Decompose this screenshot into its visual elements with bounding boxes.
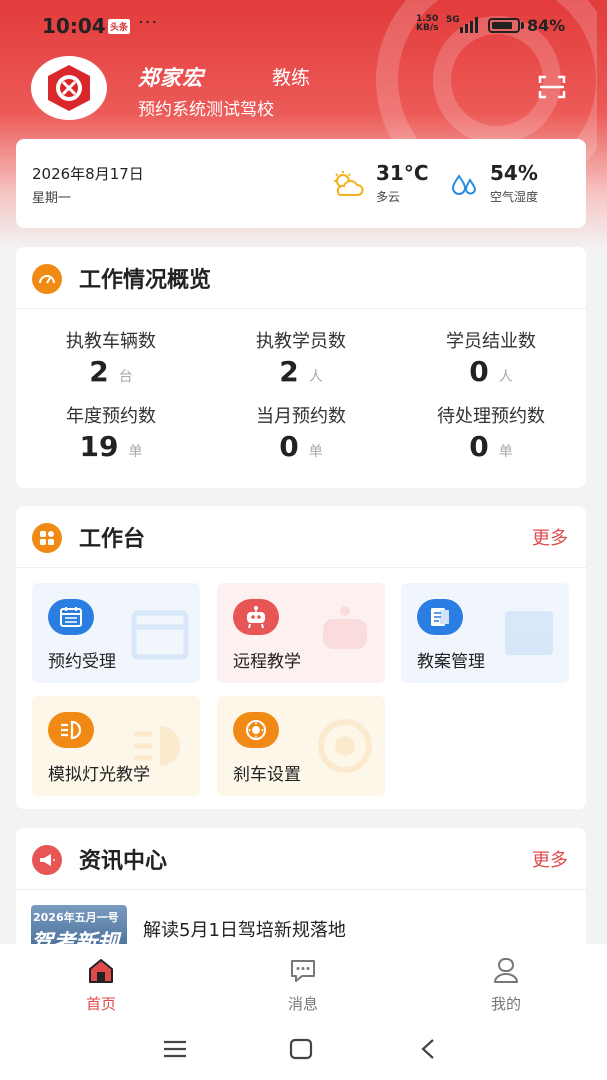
calendar-icon <box>48 599 94 635</box>
tile-light-simulation-teaching[interactable]: 模拟灯光教学 <box>32 696 200 796</box>
nav-messages[interactable]: 消息 <box>243 956 363 1014</box>
status-bar: 10:04 头条 ··· 1.50 KB/s 5G 84% <box>0 0 607 52</box>
back-icon[interactable] <box>413 1036 443 1062</box>
humidity-icon <box>451 174 477 195</box>
news-header: 资讯中心 更多 <box>16 828 586 890</box>
school-name: 预约系统测试驾校 <box>138 100 274 120</box>
nav-home[interactable]: 首页 <box>41 956 161 1014</box>
network-speed: 1.50 KB/s <box>416 14 439 33</box>
news-more-link[interactable]: 更多 <box>532 846 568 872</box>
tile-remote-teaching[interactable]: 远程教学 <box>217 583 385 683</box>
battery-icon <box>488 18 520 33</box>
scan-icon[interactable] <box>538 75 566 99</box>
weather-card: 2026年8月17日 星期一 31°C 多云 54% 空气湿度 <box>16 139 586 228</box>
current-weekday: 星期一 <box>32 191 72 206</box>
news-title: 资讯中心 <box>79 849 168 874</box>
stat-graduates: 学员结业数 0人 <box>446 331 536 388</box>
current-date: 2026年8月17日 <box>32 165 144 183</box>
headlight-icon <box>48 712 94 748</box>
temperature: 31°C <box>376 161 429 185</box>
workbench-header: 工作台 更多 <box>16 506 586 568</box>
megaphone-icon <box>32 845 62 875</box>
brake-disc-icon <box>233 712 279 748</box>
dashboard-icon <box>32 264 62 294</box>
workbench-title: 工作台 <box>79 527 146 552</box>
stat-yearly-bookings: 年度预约数 19 单 <box>66 406 156 463</box>
profile-icon <box>494 958 518 983</box>
stat-students: 执教学员数 2人 <box>256 331 346 388</box>
signal-icon <box>460 17 478 33</box>
grid-icon <box>32 523 62 553</box>
overview-title: 工作情况概览 <box>79 268 212 293</box>
notification-badge: 头条 <box>108 19 131 34</box>
menu-icon[interactable] <box>160 1036 190 1062</box>
tile-booking-acceptance[interactable]: 预约受理 <box>32 583 200 683</box>
stat-pending-bookings: 待处理预约数 0单 <box>437 406 545 463</box>
workbench-more-link[interactable]: 更多 <box>532 524 568 550</box>
school-logo-icon <box>48 65 90 111</box>
system-navigation-bar <box>0 1020 607 1080</box>
humidity-value: 54% <box>490 161 538 185</box>
workbench-card: 工作台 更多 预约受理 远程教学 教案管理 模拟灯光教学 刹车设置 <box>16 506 586 809</box>
partly-cloudy-icon <box>334 171 364 196</box>
network-type: 5G <box>446 15 460 25</box>
weather-condition: 多云 <box>376 190 401 204</box>
message-icon <box>291 960 315 982</box>
nav-profile[interactable]: 我的 <box>446 956 566 1014</box>
robot-icon <box>233 599 279 635</box>
tile-lesson-plan-management[interactable]: 教案管理 <box>401 583 569 683</box>
bottom-navigation: 首页 消息 我的 <box>0 944 607 1020</box>
battery-level: 84% <box>527 16 566 35</box>
home-icon <box>89 959 113 983</box>
news-item-title[interactable]: 解读5月1日驾培新规落地 <box>143 916 346 942</box>
school-logo <box>31 56 107 120</box>
lesson-plan-icon <box>417 599 463 635</box>
humidity-label: 空气湿度 <box>490 190 539 204</box>
home-button-icon[interactable] <box>286 1036 316 1062</box>
status-time: 10:04 <box>42 14 106 38</box>
work-overview-card: 工作情况概览 执教车辆数 2台 执教学员数 2人 学员结业数 0人 年度预约数 … <box>16 247 586 488</box>
coach-role: 教练 <box>272 67 311 89</box>
coach-name: 郑家宏 <box>138 66 204 90</box>
overview-header: 工作情况概览 <box>16 247 586 309</box>
tile-brake-settings[interactable]: 刹车设置 <box>217 696 385 796</box>
stat-monthly-bookings: 当月预约数 0单 <box>256 406 346 463</box>
stat-vehicles: 执教车辆数 2台 <box>66 331 156 388</box>
more-notifications-indicator: ··· <box>138 12 159 33</box>
